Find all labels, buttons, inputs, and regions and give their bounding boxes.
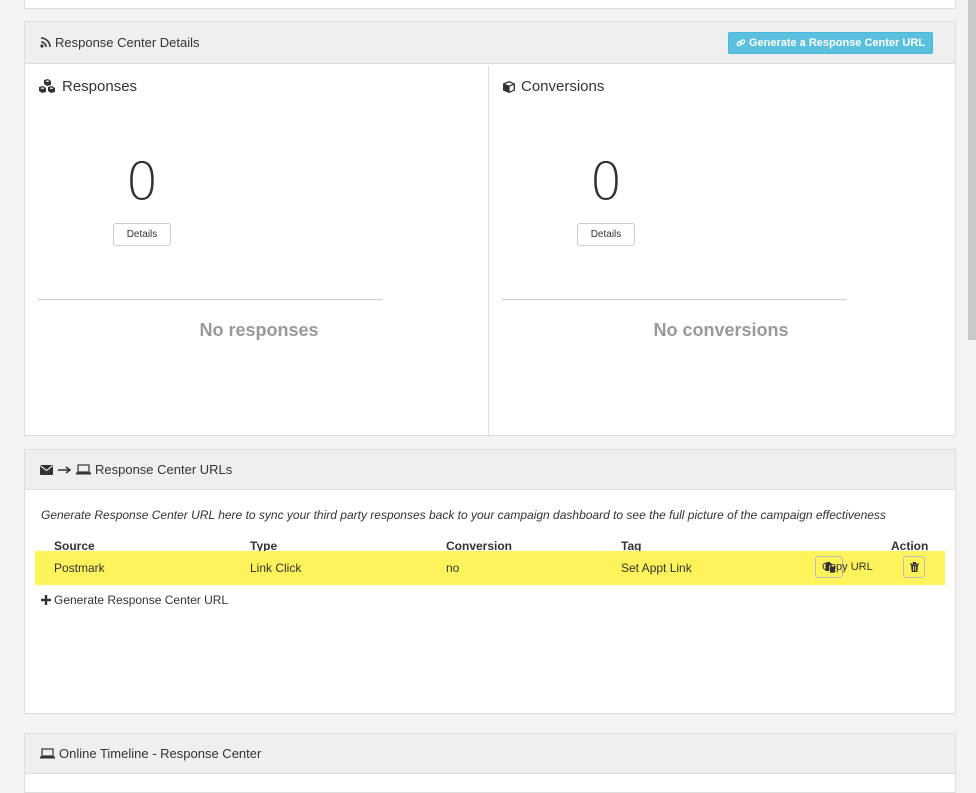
scrollbar-thumb[interactable] [968, 0, 976, 340]
timeline-panel-heading: Online Timeline - Response Center [25, 734, 955, 774]
plus-icon [41, 595, 51, 605]
copy-url-label: Copy URL [822, 561, 873, 573]
envelope-icon [40, 464, 53, 475]
generate-link-label: Generate Response Center URL [54, 593, 229, 607]
cube-icon [503, 80, 515, 93]
responses-heading: Responses [38, 78, 137, 95]
conversions-heading: Conversions [502, 78, 604, 95]
response-center-urls-panel: Response Center URLs Generate Response C… [24, 449, 956, 714]
row-tag: Set Appt Link [621, 561, 692, 575]
cubes-icon [39, 79, 55, 93]
responses-details-button[interactable]: Details [113, 223, 171, 246]
urls-panel-heading: Response Center URLs [25, 450, 955, 490]
arrow-right-icon [58, 465, 72, 474]
conversions-divider [502, 299, 846, 300]
table-row: Postmark Link Click no Set Appt Link Cop… [35, 551, 945, 585]
laptop-icon [76, 464, 91, 475]
trash-icon [909, 562, 919, 572]
details-panel-title: Response Center Details [55, 35, 200, 50]
delete-url-button[interactable] [903, 556, 925, 578]
rss-icon [40, 37, 51, 48]
responses-title: Responses [62, 78, 138, 95]
response-center-details-panel: Response Center Details Generate a Respo… [24, 21, 956, 436]
generate-button-label: Generate a Response Center URL [748, 37, 925, 49]
timeline-panel-title: Online Timeline - Response Center [59, 746, 262, 761]
copy-url-button[interactable]: Copy URL [815, 556, 873, 578]
link-icon [736, 39, 746, 47]
urls-intro-text: Generate Response Center URL here to syn… [41, 508, 886, 522]
page-scrollbar[interactable] [968, 0, 976, 781]
responses-count: 0 [125, 152, 159, 212]
online-timeline-panel: Online Timeline - Response Center [24, 733, 956, 793]
row-type: Link Click [250, 561, 302, 575]
responses-section: Responses 0 Details No responses [25, 66, 489, 435]
details-panel-heading: Response Center Details Generate a Respo… [25, 22, 955, 64]
generate-response-center-url-link[interactable]: Generate Response Center URL [41, 593, 228, 607]
no-responses-message: No responses [199, 320, 319, 340]
row-conversion: no [446, 561, 460, 575]
row-source: Postmark [54, 561, 105, 575]
conversions-details-button[interactable]: Details [577, 223, 635, 246]
conversions-section: Conversions 0 Details No conversions [489, 66, 955, 435]
responses-divider [38, 299, 382, 300]
generate-response-center-url-button[interactable]: Generate a Response Center URL [727, 32, 933, 54]
conversions-count: 0 [589, 152, 623, 212]
laptop-icon [40, 748, 55, 759]
previous-panel-edge [24, 0, 956, 9]
urls-panel-title: Response Center URLs [95, 462, 233, 477]
conversions-title: Conversions [521, 78, 605, 95]
no-conversions-message: No conversions [653, 320, 789, 340]
